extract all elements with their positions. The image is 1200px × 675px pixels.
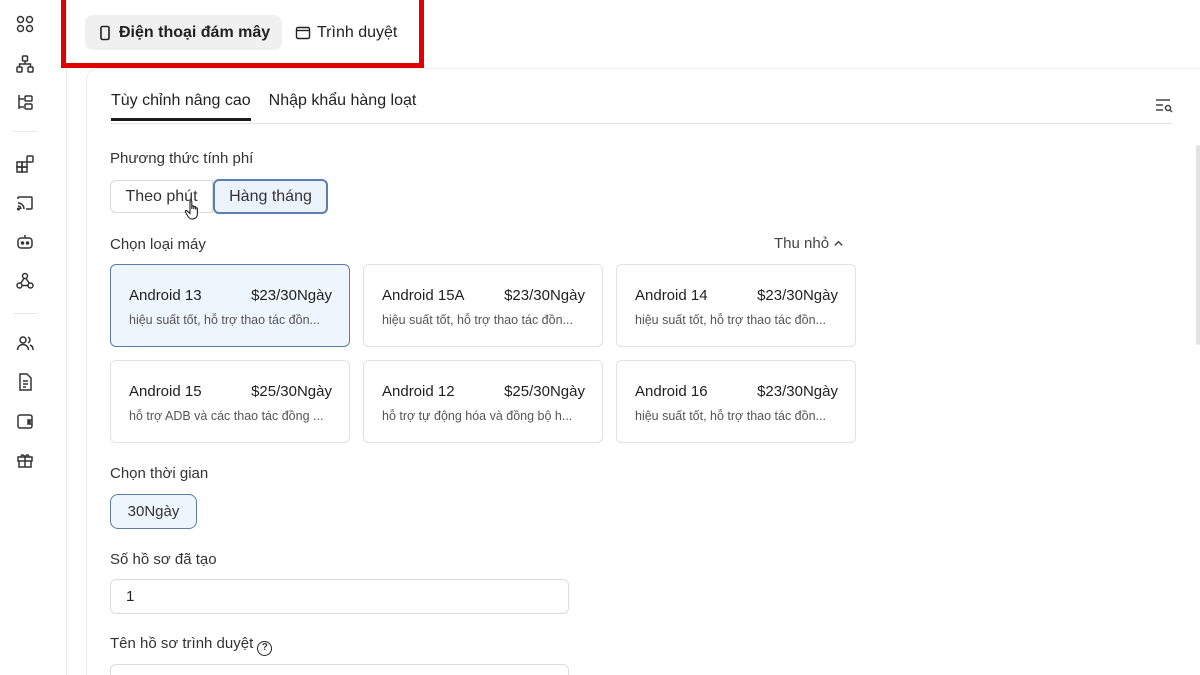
machine-card-android-12[interactable]: Android 12 $25/30Ngày hỗ trợ tự động hóa … [363, 360, 603, 443]
gift-icon[interactable] [15, 450, 35, 470]
help-circle-icon[interactable]: ? [257, 641, 273, 656]
apps-grid-icon[interactable] [15, 14, 35, 34]
sub-tabs-divider [111, 123, 1173, 124]
network-nodes-icon[interactable] [15, 54, 35, 74]
machine-price: $25/30Ngày [504, 383, 585, 400]
machine-desc: hiệu suất tốt, hỗ trợ thao tác đồn... [382, 313, 573, 327]
machine-card-android-16[interactable]: Android 16 $23/30Ngày hiệu suất tốt, hỗ t… [616, 360, 856, 443]
billing-method-label: Phương thức tính phí [110, 150, 254, 167]
profile-count-input[interactable]: 1 [110, 579, 569, 614]
machine-desc: hỗ trợ tự động hóa và đồng bộ h... [382, 409, 573, 423]
machine-desc: hỗ trợ ADB và các thao tác đồng ... [129, 409, 324, 423]
collapse-toggle[interactable]: Thu nhỏ [774, 235, 844, 252]
tab-cloud-phone-label: Điện thoại đám mây [119, 23, 271, 41]
machine-name: Android 15 [129, 383, 202, 400]
tree-structure-icon[interactable] [15, 92, 35, 112]
users-icon[interactable] [15, 333, 35, 353]
machine-price: $23/30Ngày [251, 287, 332, 304]
machine-price: $23/30Ngày [757, 383, 838, 400]
machine-name: Android 15A [382, 287, 465, 304]
webhook-icon[interactable] [15, 271, 35, 291]
machine-card-android-15[interactable]: Android 15 $25/30Ngày hỗ trợ ADB và các t… [110, 360, 350, 443]
sub-tabs: Tùy chỉnh nâng cao Nhập khẩu hàng loạt [111, 92, 416, 121]
profile-count-label: Số hồ sơ đã tạo [110, 551, 217, 568]
left-rail [0, 0, 50, 675]
tab-browser-label: Trình duyệt [317, 23, 398, 41]
hand-cursor-icon [184, 200, 198, 220]
tab-advanced-custom[interactable]: Tùy chỉnh nâng cao [111, 92, 251, 121]
machine-card-android-14[interactable]: Android 14 $23/30Ngày hiệu suất tốt, hỗ t… [616, 264, 856, 347]
phone-icon [100, 25, 110, 40]
machine-name: Android 14 [635, 287, 708, 304]
profile-name-input[interactable] [110, 664, 569, 675]
duration-option-30-days[interactable]: 30Ngày [110, 494, 197, 529]
list-filter-icon[interactable] [1154, 96, 1174, 114]
cast-icon[interactable] [15, 193, 35, 213]
browser-icon [295, 26, 311, 39]
machine-name: Android 13 [129, 287, 202, 304]
scrollbar[interactable] [1196, 145, 1200, 345]
machine-price: $25/30Ngày [251, 383, 332, 400]
machine-price: $23/30Ngày [504, 287, 585, 304]
machine-desc: hiệu suất tốt, hỗ trợ thao tác đồn... [129, 313, 320, 327]
machine-card-android-15a[interactable]: Android 15A $23/30Ngày hiệu suất tốt, hỗ … [363, 264, 603, 347]
billing-monthly-button[interactable]: Hàng tháng [213, 179, 328, 214]
robot-icon[interactable] [15, 232, 35, 252]
duration-label: Chọn thời gian [110, 465, 209, 482]
collapse-label: Thu nhỏ [774, 235, 830, 252]
machine-name: Android 16 [635, 383, 708, 400]
machine-desc: hiệu suất tốt, hỗ trợ thao tác đồn... [635, 409, 826, 423]
rail-divider [66, 0, 67, 675]
machine-card-android-13[interactable]: Android 13 $23/30Ngày hiệu suất tốt, hỗ t… [110, 264, 350, 347]
machine-name: Android 12 [382, 383, 455, 400]
profile-name-label: Tên hồ sơ trình duyệt? [110, 635, 273, 656]
wallet-icon[interactable] [15, 411, 35, 431]
machine-desc: hiệu suất tốt, hỗ trợ thao tác đồn... [635, 313, 826, 327]
machine-type-label: Chọn loại máy [110, 236, 206, 253]
chevron-up-icon [834, 240, 843, 246]
tab-bulk-import[interactable]: Nhập khẩu hàng loạt [269, 92, 417, 121]
machine-price: $23/30Ngày [757, 287, 838, 304]
profile-name-label-text: Tên hồ sơ trình duyệt [110, 635, 254, 652]
document-icon[interactable] [15, 372, 35, 392]
tab-browser[interactable]: Trình duyệt [283, 15, 409, 50]
widgets-icon[interactable] [15, 154, 35, 174]
tab-cloud-phone[interactable]: Điện thoại đám mây [85, 15, 283, 50]
